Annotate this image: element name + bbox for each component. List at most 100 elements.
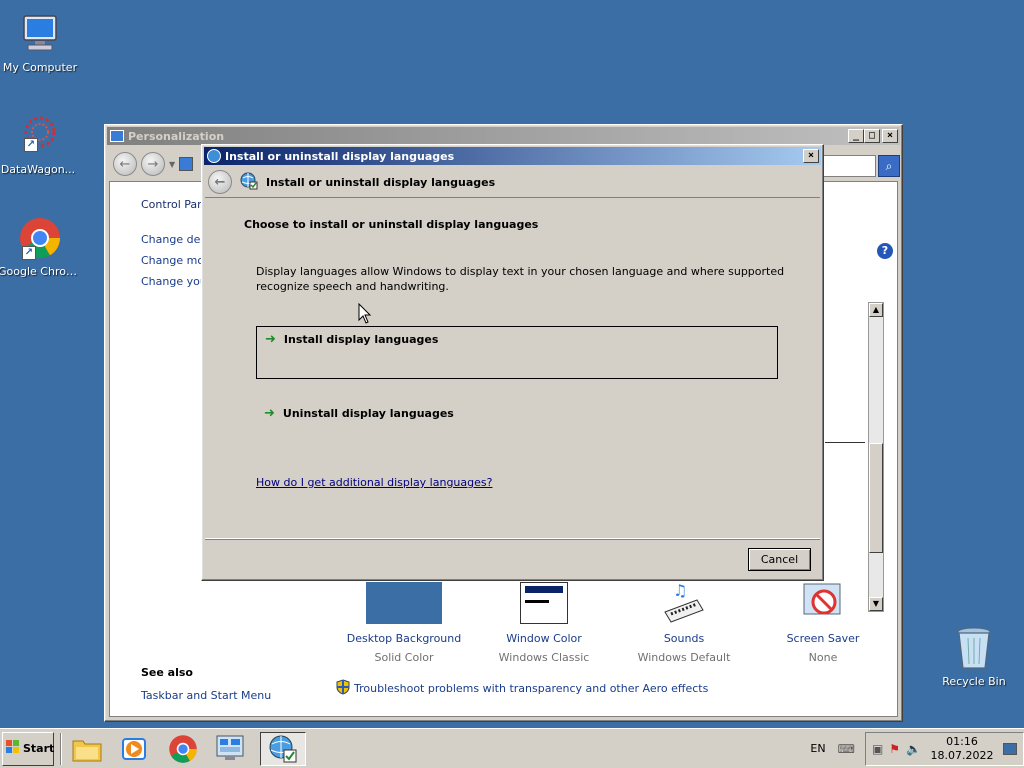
shortcut-arrow-icon: ↗ — [22, 246, 36, 260]
taskbar-start-menu-link[interactable]: Taskbar and Start Menu — [141, 689, 271, 702]
keyboard-icon[interactable]: ⌨ — [838, 742, 855, 756]
scroll-up-arrow-icon[interactable]: ▲ — [869, 303, 883, 317]
theme-item-value: Solid Color — [374, 651, 434, 664]
taskbar-explorer-button[interactable] — [68, 732, 106, 766]
datawagon-icon: ↗ — [14, 112, 62, 160]
clock-date: 18.07.2022 — [930, 748, 994, 762]
desktop-background-preview — [366, 582, 442, 624]
theme-item-title: Sounds — [663, 632, 705, 645]
maximize-button[interactable]: □ — [864, 129, 880, 143]
back-button[interactable]: ← — [113, 152, 137, 176]
taskbar-language-dialog-button[interactable] — [260, 731, 306, 766]
desktop-icon-datawagon[interactable]: ↗ DataWagon... — [0, 112, 78, 176]
dialog-titlebar[interactable]: Install or uninstall display languages × — [204, 147, 821, 165]
globe-icon — [240, 172, 258, 193]
green-arrow-icon: ➜ — [264, 406, 275, 421]
personalization-titlebar[interactable]: Personalization _ □ × — [107, 127, 900, 145]
troubleshoot-link-text: Troubleshoot problems with transparency … — [354, 682, 709, 695]
show-desktop-icon[interactable] — [1003, 742, 1017, 755]
dialog-title: Install or uninstall display languages — [225, 149, 455, 163]
theme-list-scrollbar[interactable]: ▲ ▼ — [868, 302, 884, 612]
install-display-languages-option[interactable]: ➜ Install display languages — [256, 326, 778, 379]
desktop-icon-my-computer[interactable]: My Computer — [0, 10, 80, 74]
divider — [825, 442, 865, 443]
start-button[interactable]: Start — [2, 731, 55, 766]
chrome-icon: ↗ — [14, 214, 62, 262]
volume-icon[interactable]: 🔈 — [906, 742, 921, 756]
see-also-heading: See also — [141, 666, 193, 679]
option-label: Install display languages — [283, 333, 439, 346]
screen-saver-icon — [800, 582, 846, 624]
desktop-icon-google-chrome[interactable]: ↗ Google Chrome — [0, 214, 78, 278]
chrome-icon — [169, 734, 197, 763]
clock-time: 01:16 — [946, 734, 978, 748]
computer-icon — [16, 10, 64, 58]
taskbar-control-panel-button[interactable] — [212, 732, 250, 766]
dialog-description: Display languages allow Windows to displ… — [256, 265, 785, 293]
shield-icon — [336, 679, 350, 698]
taskbar: Start EN ⌨ ▣ ⚑ 🔈 01:16 18.07.2022 — [0, 728, 1024, 768]
option-label: Uninstall display languages — [282, 407, 454, 420]
theme-item-value: Windows Default — [637, 651, 731, 664]
forward-button[interactable]: → — [141, 152, 165, 176]
location-icon — [179, 157, 194, 171]
mouse-cursor-icon — [358, 302, 372, 328]
window-color-item[interactable]: Window Color Windows Classic — [474, 582, 614, 664]
taskbar-separator — [60, 732, 62, 765]
search-button[interactable]: ⌕ — [878, 155, 900, 177]
control-panel-icon — [110, 130, 124, 142]
start-label: Start — [23, 742, 55, 755]
desktop-background-item[interactable]: Desktop Background Solid Color — [334, 582, 474, 664]
close-button[interactable]: × — [882, 129, 898, 143]
globe-icon — [269, 735, 297, 762]
additional-languages-help-link[interactable]: How do I get additional display language… — [256, 476, 492, 489]
control-panel-icon — [216, 735, 244, 760]
chevron-down-icon[interactable]: ▼ — [169, 160, 175, 169]
shortcut-arrow-icon: ↗ — [24, 138, 38, 152]
troubleshoot-link[interactable]: Troubleshoot problems with transparency … — [336, 679, 708, 698]
action-center-flag-icon[interactable]: ⚑ — [889, 742, 900, 756]
uninstall-display-languages-option[interactable]: ➜ Uninstall display languages — [256, 401, 778, 454]
theme-item-value: None — [808, 651, 838, 664]
dialog-body: Choose to install or uninstall display l… — [205, 197, 820, 539]
recycle-bin-icon — [950, 624, 998, 672]
notification-area: ▣ ⚑ 🔈 01:16 18.07.2022 — [864, 731, 1024, 766]
taskbar-media-player-button[interactable] — [116, 732, 154, 766]
theme-item-title: Screen Saver — [786, 632, 860, 645]
help-icon[interactable]: ? — [877, 243, 893, 259]
windows-logo-icon — [6, 740, 20, 757]
window-color-icon — [520, 582, 568, 624]
dialog-header: ← Install or uninstall display languages — [205, 168, 820, 196]
clock[interactable]: 01:16 18.07.2022 — [927, 735, 997, 763]
svg-text:♫: ♫ — [673, 582, 687, 600]
network-icon[interactable]: ▣ — [872, 742, 883, 756]
window-title: Personalization — [128, 129, 225, 143]
sounds-icon: ♫ — [659, 581, 709, 624]
sounds-item[interactable]: ♫ Sounds Windows Default — [614, 581, 754, 664]
theme-item-title: Window Color — [506, 632, 582, 645]
search-input[interactable] — [816, 155, 876, 177]
screen-saver-item[interactable]: Screen Saver None — [753, 582, 893, 664]
scroll-thumb[interactable] — [869, 443, 883, 553]
input-language-indicator[interactable]: EN — [810, 742, 825, 755]
desktop-icon-recycle-bin[interactable]: Recycle Bin — [934, 624, 1014, 688]
dialog-header-title: Install or uninstall display languages — [266, 175, 496, 189]
system-tray-area: EN ⌨ ▣ ⚑ 🔈 01:16 18.07.2022 — [810, 731, 1024, 766]
green-arrow-icon: ➜ — [265, 332, 276, 347]
display-languages-dialog: Install or uninstall display languages ×… — [201, 144, 824, 581]
globe-icon — [207, 149, 221, 163]
search-icon: ⌕ — [885, 159, 893, 173]
back-button[interactable]: ← — [208, 170, 232, 194]
cancel-button[interactable]: Cancel — [748, 548, 811, 571]
minimize-button[interactable]: _ — [848, 129, 864, 143]
desktop-icon-label: My Computer — [2, 61, 78, 74]
theme-item-title: Desktop Background — [346, 632, 462, 645]
desktop-icon-label: DataWagon... — [0, 163, 76, 176]
folder-icon — [72, 740, 102, 761]
media-player-icon — [122, 737, 146, 760]
desktop-icon-label: Google Chrome — [0, 265, 78, 278]
desktop-icon-label: Recycle Bin — [942, 675, 1006, 688]
taskbar-chrome-button[interactable] — [164, 732, 202, 766]
close-button[interactable]: × — [803, 149, 819, 163]
theme-item-value: Windows Classic — [498, 651, 590, 664]
